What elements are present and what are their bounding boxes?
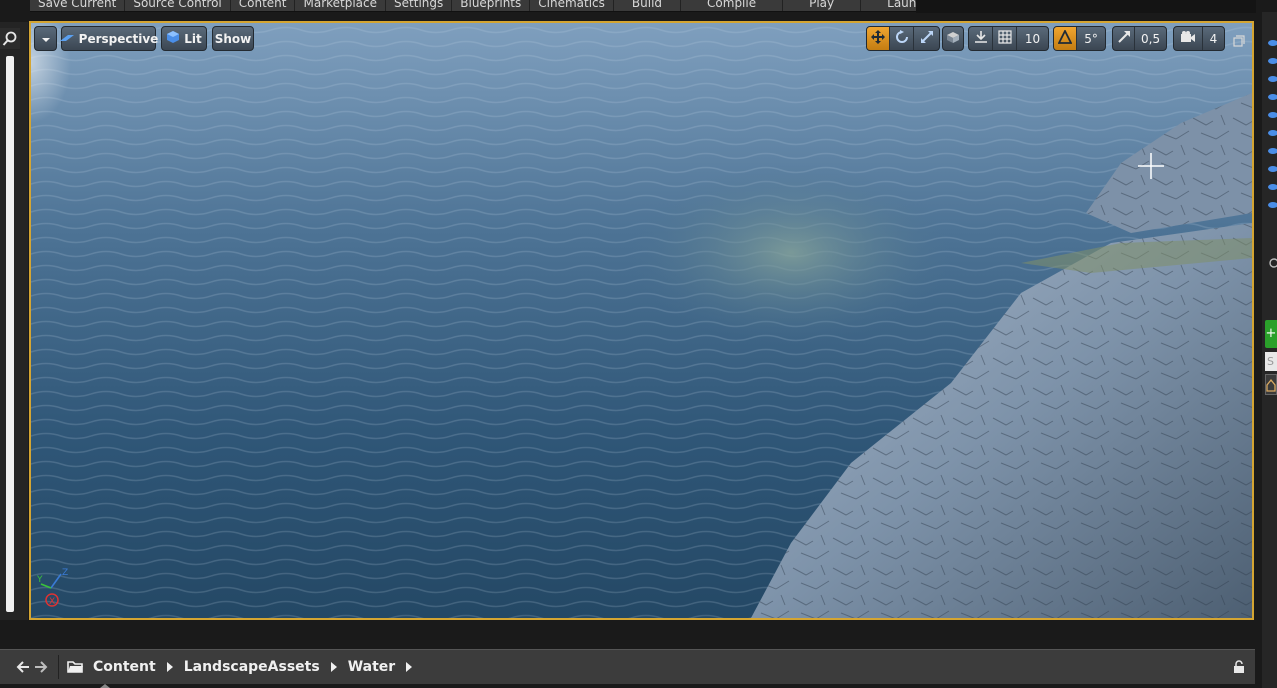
add-new-button[interactable]: + — [1265, 320, 1277, 348]
camera-speed-button[interactable] — [1174, 27, 1203, 50]
breadcrumb-water[interactable]: Water — [342, 659, 401, 675]
perspective-button[interactable]: Perspective — [59, 26, 159, 51]
lit-cube-icon — [166, 30, 180, 47]
surface-snap-icon — [974, 30, 988, 47]
folder-icon — [67, 660, 87, 674]
launch-button[interactable]: Launch — [861, 0, 916, 11]
save-current-button[interactable]: Save Current — [30, 0, 126, 11]
chevron-down-icon — [41, 32, 51, 46]
visibility-eye-icon[interactable] — [1267, 32, 1277, 46]
water-scene — [31, 23, 1252, 618]
forward-arrow-icon[interactable] — [32, 652, 50, 682]
move-icon — [871, 30, 885, 47]
viewport-toolbar: Perspective Lit Show 10 5° 0,5 4 — [31, 23, 1252, 57]
content-button[interactable]: Content — [231, 0, 296, 11]
coordinate-system-button[interactable] — [942, 26, 964, 51]
axis-x-label: X — [49, 597, 55, 607]
play-button[interactable]: Play — [783, 0, 862, 11]
visibility-eye-icon[interactable] — [1267, 176, 1277, 190]
world-icon — [946, 30, 960, 47]
scale-snap-value[interactable]: 0,5 — [1135, 27, 1166, 50]
show-button[interactable]: Show — [212, 26, 254, 51]
bottom-edge-marker — [100, 684, 110, 688]
build-button[interactable]: Build — [614, 0, 682, 11]
content-browser-path-bar: Content LandscapeAssets Water — [0, 649, 1255, 684]
rotation-snap-button[interactable] — [1054, 27, 1078, 50]
grid-snap-button[interactable] — [993, 27, 1017, 50]
camera-speed-value[interactable]: 4 — [1203, 27, 1224, 50]
lit-label: Lit — [184, 31, 202, 46]
grid-snap-value[interactable]: 10 — [1017, 27, 1048, 50]
perspective-label: Perspective — [78, 31, 159, 46]
source-control-button[interactable]: Source Control — [125, 0, 231, 11]
maximize-viewport-icon[interactable] — [1233, 32, 1245, 47]
left-panel — [0, 22, 28, 620]
visibility-eye-icon[interactable] — [1267, 122, 1277, 136]
axis-gizmo: Z Y X — [36, 566, 77, 610]
visibility-eye-icon[interactable] — [1267, 104, 1277, 118]
visibility-eye-icon[interactable] — [1267, 86, 1277, 100]
translate-tool-button[interactable] — [867, 27, 890, 50]
camera-icon — [1180, 31, 1196, 46]
search-field[interactable]: S — [1265, 352, 1277, 371]
axis-y-label: Y — [37, 575, 43, 585]
angle-icon — [1057, 28, 1073, 47]
details-search-icon[interactable] — [1268, 254, 1277, 268]
grid-icon — [997, 30, 1012, 47]
breadcrumb-separator-icon[interactable] — [401, 662, 417, 672]
visibility-eye-icon[interactable] — [1267, 68, 1277, 82]
scale-icon — [920, 30, 934, 47]
scale-tool-button[interactable] — [914, 27, 939, 50]
rotate-icon — [895, 30, 909, 47]
marketplace-button[interactable]: Marketplace — [295, 0, 387, 11]
surface-snap-button[interactable] — [969, 27, 993, 50]
transform-tools-group — [866, 26, 940, 51]
rotation-snap-value[interactable]: 5° — [1077, 27, 1105, 50]
crosshair-cursor-icon — [1138, 153, 1164, 179]
visibility-eye-icon[interactable] — [1267, 194, 1277, 208]
grid-snap-group: 10 — [968, 26, 1049, 51]
cinematics-button[interactable]: Cinematics — [530, 0, 614, 11]
lit-button[interactable]: Lit — [161, 26, 207, 51]
breadcrumb-content[interactable]: Content — [87, 659, 162, 675]
visibility-eye-icon[interactable] — [1267, 140, 1277, 154]
axis-z-label: Z — [62, 568, 68, 578]
home-icon[interactable] — [1265, 374, 1277, 395]
scale-arrow-icon — [1117, 30, 1131, 47]
lock-icon[interactable] — [1233, 658, 1247, 677]
breadcrumb-landscapeassets[interactable]: LandscapeAssets — [178, 659, 326, 675]
viewport-options-button[interactable] — [34, 26, 57, 51]
perspective-icon — [59, 32, 75, 46]
blueprints-button[interactable]: Blueprints — [452, 0, 531, 11]
scale-snap-group: 0,5 — [1112, 26, 1167, 51]
main-toolbar: Save Current Source Control Content Mark… — [30, 0, 916, 12]
visibility-eye-icon[interactable] — [1267, 50, 1277, 64]
scale-snap-button[interactable] — [1113, 27, 1136, 50]
visibility-eye-icon[interactable] — [1267, 158, 1277, 172]
breadcrumb-separator-icon[interactable] — [162, 662, 178, 672]
rotation-snap-group: 5° — [1053, 26, 1106, 51]
breadcrumb-separator-icon[interactable] — [326, 662, 342, 672]
settings-button[interactable]: Settings — [386, 0, 453, 11]
camera-speed-group: 4 — [1173, 26, 1225, 51]
search-icon[interactable] — [0, 28, 20, 49]
back-arrow-icon[interactable] — [14, 652, 32, 682]
level-viewport[interactable]: Perspective Lit Show 10 5° 0,5 4 Z Y X — [29, 21, 1254, 620]
compile-button[interactable]: Compile — [681, 0, 784, 11]
rotate-tool-button[interactable] — [890, 27, 914, 50]
toolbar-empty-area — [916, 0, 1256, 13]
left-scrollbar[interactable] — [6, 56, 14, 612]
